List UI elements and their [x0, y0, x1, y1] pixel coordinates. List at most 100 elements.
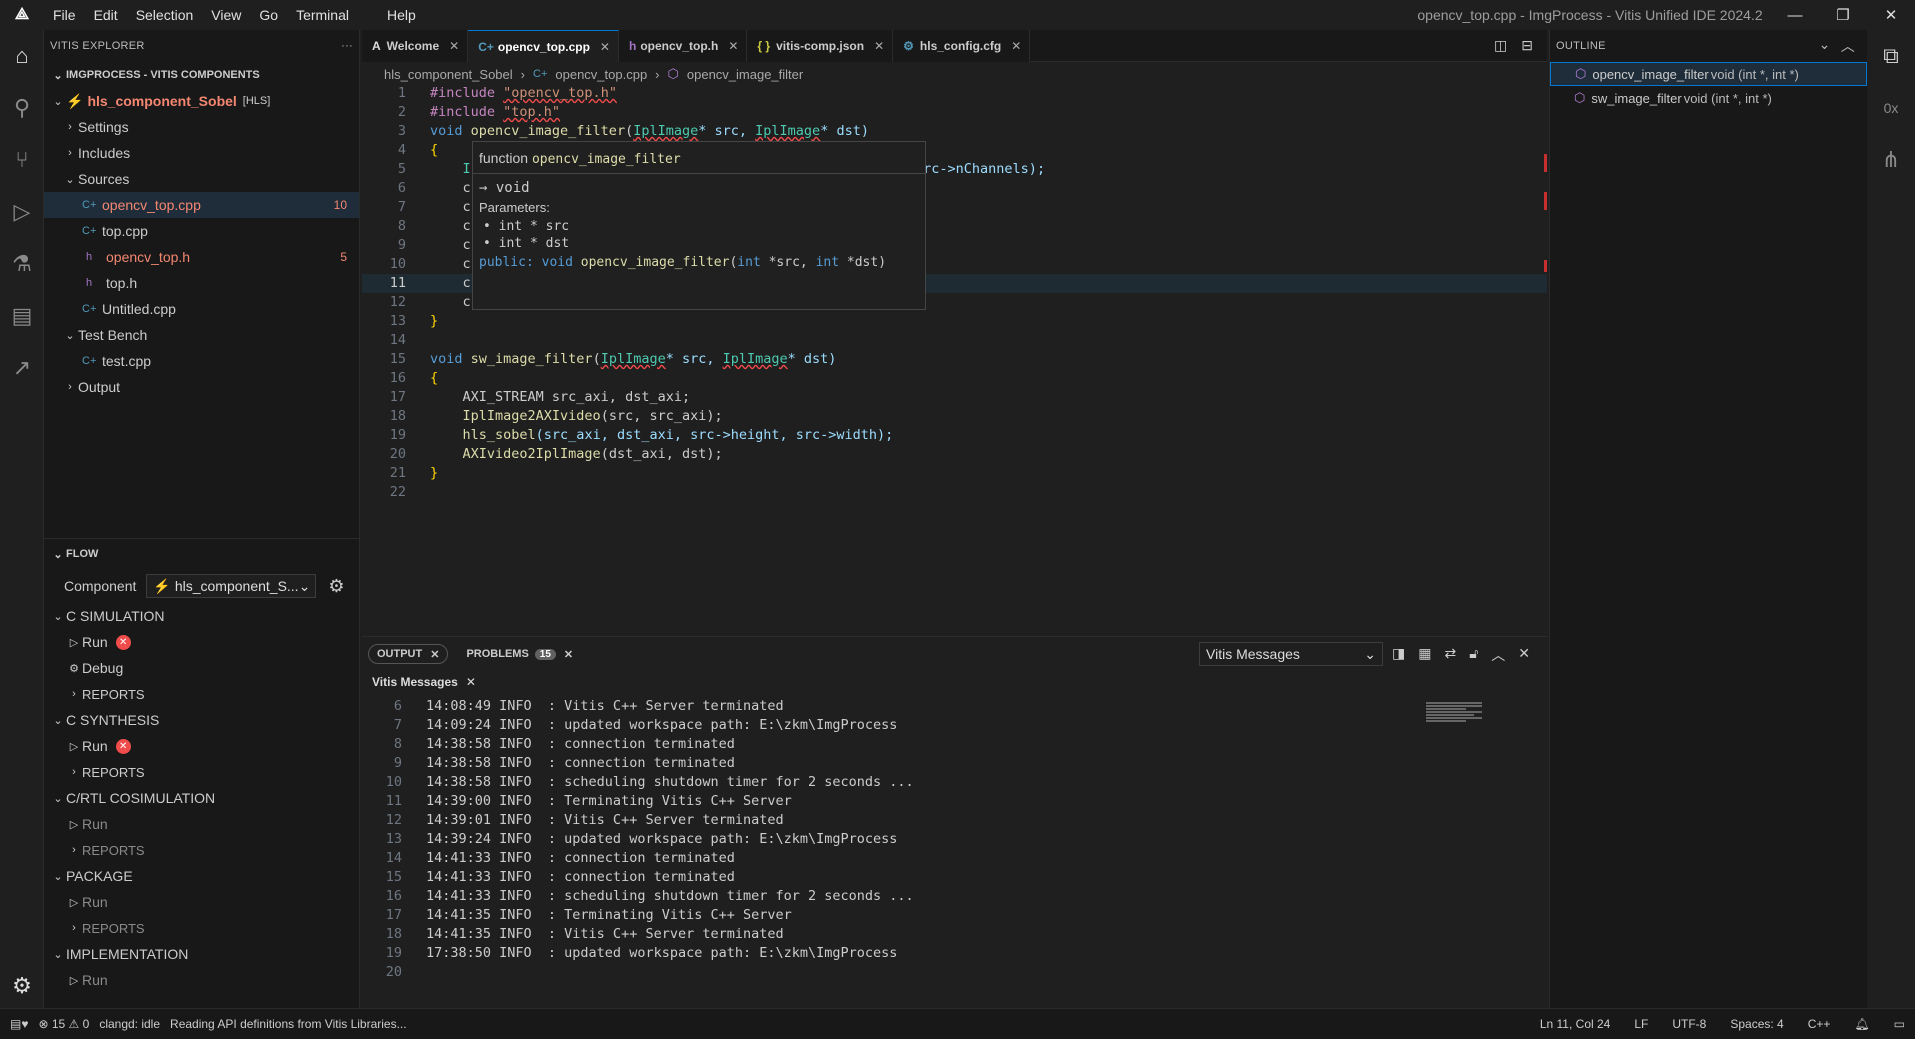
- layout-icon[interactable]: ▭: [1894, 1017, 1905, 1031]
- close-icon[interactable]: ✕: [430, 648, 439, 661]
- cursor-position[interactable]: Ln 11, Col 24: [1540, 1017, 1611, 1031]
- csim-run[interactable]: ▷ Run ✕: [44, 629, 360, 655]
- source-control-icon[interactable]: ⑂: [0, 134, 44, 186]
- tree-component[interactable]: ⌄ ⚡ hls_component_Sobel [HLS]: [44, 88, 359, 114]
- analysis-chart-icon[interactable]: ↗: [0, 342, 44, 394]
- minimize-button[interactable]: —: [1772, 0, 1818, 30]
- settings-gear-icon[interactable]: ⚙: [0, 960, 44, 1012]
- output-log[interactable]: 6 14:08:49 INFO : Vitis C++ Server termin…: [362, 693, 1547, 982]
- filter-icon[interactable]: ⇄: [1444, 645, 1456, 665]
- open-log-icon[interactable]: ▦: [1418, 645, 1431, 665]
- lock-icon[interactable]: 🔓︎: [1469, 645, 1478, 665]
- tree-output[interactable]: › Output: [44, 374, 359, 400]
- flask-icon[interactable]: ⚗: [0, 238, 44, 290]
- csim-section[interactable]: ⌄ C SIMULATION: [44, 603, 360, 629]
- indentation[interactable]: Spaces: 4: [1730, 1017, 1783, 1031]
- package-run[interactable]: ▷ Run: [44, 889, 360, 915]
- tree-includes[interactable]: › Includes: [44, 140, 359, 166]
- close-icon[interactable]: ✕: [874, 39, 884, 53]
- tree-sources[interactable]: ⌄ Sources: [44, 166, 359, 192]
- tree-file-opencv-top-cpp[interactable]: C+ opencv_top.cpp 10: [44, 192, 359, 218]
- breadcrumb-component[interactable]: hls_component_Sobel: [384, 67, 513, 82]
- channel-tab[interactable]: Vitis Messages ✕: [362, 671, 1547, 693]
- csynth-section[interactable]: ⌄ C SYNTHESIS: [44, 707, 360, 733]
- tree-file-top-cpp[interactable]: C+ top.cpp: [44, 218, 359, 244]
- end-of-line[interactable]: LF: [1634, 1017, 1648, 1031]
- hex-0x-icon[interactable]: 0x: [1867, 82, 1915, 134]
- split-editor-icon[interactable]: ◫: [1494, 37, 1507, 54]
- breadcrumb-symbol[interactable]: opencv_image_filter: [687, 67, 803, 82]
- components-section-header[interactable]: ⌄ IMGPROCESS - VITIS COMPONENTS: [44, 62, 359, 88]
- menu-edit[interactable]: Edit: [85, 7, 127, 23]
- impl-section[interactable]: ⌄ IMPLEMENTATION: [44, 941, 360, 967]
- package-reports[interactable]: › REPORTS: [44, 915, 360, 941]
- toggle-sidebar-icon[interactable]: ◨: [1392, 645, 1405, 665]
- encoding[interactable]: UTF-8: [1672, 1017, 1706, 1031]
- close-icon[interactable]: ✕: [564, 648, 573, 661]
- csynth-run[interactable]: ▷ Run ✕: [44, 733, 360, 759]
- close-icon[interactable]: ✕: [600, 40, 610, 54]
- output-channel-select[interactable]: Vitis Messages ⌄: [1199, 642, 1383, 666]
- tree-file-opencv-top-h[interactable]: h opencv_top.h 5: [44, 244, 359, 270]
- maximize-chevron-up-icon[interactable]: ︿: [1491, 645, 1505, 665]
- hierarchy-icon[interactable]: ⧉: [1867, 30, 1915, 82]
- breadcrumb-file[interactable]: opencv_top.cpp: [555, 67, 647, 82]
- tree-file-top-h[interactable]: h top.h: [44, 270, 359, 296]
- restore-button[interactable]: ❐: [1820, 0, 1866, 30]
- menu-selection[interactable]: Selection: [127, 7, 203, 23]
- impl-run[interactable]: ▷ Run: [44, 967, 360, 993]
- home-icon[interactable]: ⌂: [0, 30, 44, 82]
- output-minimap[interactable]: [1426, 701, 1486, 741]
- run-debug-icon[interactable]: ▷: [0, 186, 44, 238]
- csynth-reports[interactable]: › REPORTS: [44, 759, 360, 785]
- tab-welcome[interactable]: A Welcome ✕: [362, 30, 469, 62]
- csim-debug[interactable]: ⚙ Debug: [44, 655, 360, 681]
- flow-header[interactable]: ⌄ FLOW: [44, 539, 360, 569]
- tab-hls-config-cfg[interactable]: ⚙ hls_config.cfg ✕: [893, 30, 1031, 62]
- remote-heart-icon[interactable]: ▤♥: [10, 1017, 28, 1031]
- close-icon[interactable]: ✕: [449, 39, 459, 53]
- component-select[interactable]: ⚡ hls_component_S... ⌄: [146, 574, 317, 598]
- collapse-all-icon[interactable]: ⌄: [1819, 36, 1831, 56]
- book-icon[interactable]: ▤: [0, 290, 44, 342]
- gear-icon[interactable]: ⚙: [328, 576, 344, 597]
- sig-token: *dst): [839, 255, 887, 270]
- tab-output[interactable]: OUTPUT ✕: [368, 644, 449, 664]
- more-actions-icon[interactable]: ···: [341, 40, 353, 52]
- bell-icon[interactable]: 🔔︎: [1854, 1017, 1869, 1031]
- tree-file-untitled-cpp[interactable]: C+ Untitled.cpp: [44, 296, 359, 322]
- scrollbar-error-markers[interactable]: [1544, 154, 1547, 274]
- clangd-status[interactable]: clangd: idle: [99, 1017, 160, 1031]
- expand-all-icon[interactable]: ︿: [1841, 36, 1855, 56]
- close-panel-icon[interactable]: ✕: [1518, 645, 1530, 665]
- menu-help[interactable]: Help: [378, 7, 425, 23]
- package-section[interactable]: ⌄ PACKAGE: [44, 863, 360, 889]
- tree-graph-icon[interactable]: ⋔: [1867, 134, 1915, 186]
- language-mode[interactable]: C++: [1808, 1017, 1831, 1031]
- tab-opencv-top-h[interactable]: h opencv_top.h ✕: [618, 30, 748, 62]
- tab-opencv-top-cpp[interactable]: C+ opencv_top.cpp ✕: [468, 30, 619, 62]
- search-icon[interactable]: ⚲: [0, 82, 44, 134]
- cosim-run[interactable]: ▷ Run: [44, 811, 360, 837]
- csim-reports[interactable]: › REPORTS: [44, 681, 360, 707]
- log-text: 14:38:58 INFO : connection terminated: [426, 755, 735, 771]
- menu-file[interactable]: File: [44, 7, 85, 23]
- menu-terminal[interactable]: Terminal: [287, 7, 358, 23]
- close-window-button[interactable]: ✕: [1868, 0, 1914, 30]
- tab-problems[interactable]: PROBLEMS 15 ✕: [458, 644, 581, 664]
- tree-file-test-cpp[interactable]: C+ test.cpp: [44, 348, 359, 374]
- close-icon[interactable]: ✕: [1011, 39, 1021, 53]
- problems-status[interactable]: ⊗ 15 ⚠ 0: [38, 1017, 89, 1031]
- cosim-section[interactable]: ⌄ C/RTL COSIMULATION: [44, 785, 360, 811]
- menu-view[interactable]: View: [202, 7, 250, 23]
- outline-item[interactable]: ⬡ opencv_image_filter void (int *, int *): [1550, 62, 1867, 86]
- outline-item[interactable]: ⬡ sw_image_filter void (int *, int *): [1550, 86, 1867, 110]
- close-icon[interactable]: ✕: [728, 39, 738, 53]
- cosim-reports[interactable]: › REPORTS: [44, 837, 360, 863]
- tree-testbench[interactable]: ⌄ Test Bench: [44, 322, 359, 348]
- close-icon[interactable]: ✕: [466, 675, 476, 689]
- toggle-layout-icon[interactable]: ⊟: [1521, 37, 1533, 54]
- tree-settings[interactable]: › Settings: [44, 114, 359, 140]
- menu-go[interactable]: Go: [250, 7, 287, 23]
- tab-vitis-comp-json[interactable]: { } vitis-comp.json ✕: [747, 30, 894, 62]
